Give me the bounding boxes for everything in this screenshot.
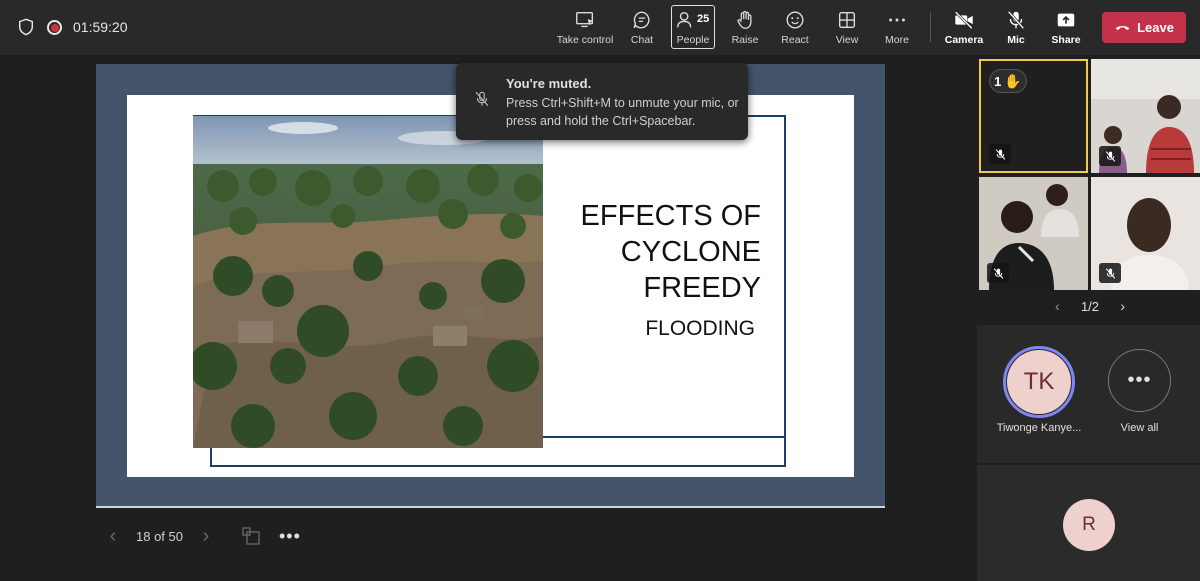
people-icon (677, 11, 692, 28)
slide-navigation: ‹ 18 of 50 › ••• (96, 518, 301, 554)
previous-page-button[interactable]: ‹ (1055, 298, 1060, 314)
mic-button[interactable]: Mic (1001, 6, 1031, 50)
hang-up-icon (1115, 26, 1130, 30)
previous-slide-button[interactable]: ‹ (96, 525, 130, 548)
more-button[interactable]: More (882, 6, 912, 50)
avatar[interactable]: TK (1007, 350, 1071, 414)
chat-icon (633, 11, 650, 29)
mic-off-icon (1105, 150, 1115, 162)
shield-icon[interactable] (17, 18, 35, 36)
slide-more-options-icon[interactable]: ••• (279, 526, 301, 547)
raised-hand-icon: ✋ (1004, 72, 1022, 89)
view-all-label: View all (1120, 422, 1159, 434)
page-indicator: 1/2 (1080, 298, 1100, 314)
camera-off-icon (954, 11, 973, 30)
react-icon (786, 11, 804, 29)
camera-button[interactable]: Camera (945, 6, 983, 50)
mic-off-icon (995, 148, 1005, 160)
mic-off-icon (1105, 267, 1115, 279)
muted-indicator (987, 263, 1009, 283)
muted-notification: You're muted. Press Ctrl+Shift+M to unmu… (456, 63, 748, 140)
view-icon (838, 11, 856, 29)
meeting-timer: 01:59:20 (73, 19, 128, 35)
take-control-button[interactable]: Take control (556, 6, 614, 50)
participant-name: Tiwonge Kanye... (996, 422, 1082, 434)
leave-button[interactable]: Leave (1102, 12, 1186, 43)
raise-hand-icon (737, 10, 752, 29)
muted-indicator (989, 144, 1011, 164)
view-all-button[interactable]: ••• (1108, 349, 1171, 412)
raised-hand-badge: 1 ✋ (989, 69, 1027, 93)
participant-tile-raised-hand[interactable]: 1 ✋ (979, 59, 1088, 173)
mic-off-icon (1007, 10, 1025, 30)
mic-off-icon (475, 91, 489, 107)
chat-button[interactable]: Chat (626, 6, 658, 50)
slide-subtitle: FLOODING (645, 317, 755, 340)
gallery-pager: ‹ 1/2 › (1055, 298, 1125, 314)
toolbar-divider (930, 12, 931, 42)
next-page-button[interactable]: › (1120, 298, 1125, 314)
muted-indicator (1099, 146, 1121, 166)
meeting-toolbar: 01:59:20 Take control Chat 25 People Rai… (0, 0, 1200, 55)
flood-aerial-photo (193, 116, 543, 448)
view-button[interactable]: View (832, 6, 862, 50)
participant-video-tile[interactable] (1091, 59, 1200, 173)
people-count: 25 (697, 13, 710, 25)
react-button[interactable]: React (780, 6, 810, 50)
slide-counter: 18 of 50 (136, 528, 183, 544)
take-control-icon (576, 11, 594, 28)
toast-title: You're muted. (506, 76, 592, 91)
people-button[interactable]: 25 People (671, 5, 715, 49)
participant-video-tile[interactable] (979, 177, 1088, 290)
slide-title: EFFECTS OF CYCLONE FREEDY (580, 200, 761, 304)
slide: EFFECTS OF CYCLONE FREEDY FLOODING (127, 95, 854, 477)
slide-sorter-icon[interactable] (241, 526, 261, 546)
participant-video-tile[interactable] (1091, 177, 1200, 290)
raise-hand-button[interactable]: Raise (730, 6, 760, 50)
share-button[interactable]: Share (1051, 6, 1081, 50)
toast-body: Press Ctrl+Shift+M to unmute your mic, o… (506, 96, 739, 128)
recording-icon (47, 20, 62, 35)
next-slide-button[interactable]: › (189, 525, 223, 548)
mic-off-icon (993, 267, 1003, 279)
share-icon (1057, 13, 1075, 27)
muted-indicator (1099, 263, 1121, 283)
avatar: R (1063, 499, 1115, 551)
more-icon (889, 18, 905, 22)
